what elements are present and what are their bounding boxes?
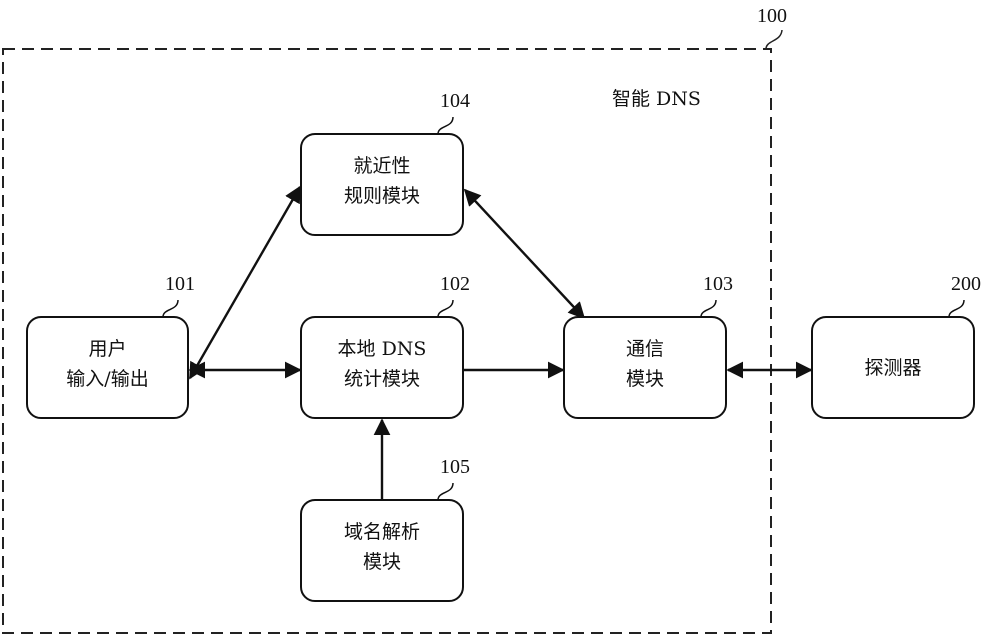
node-ref-label: 102 [440, 273, 470, 295]
node-label-line: 用户 [88, 338, 126, 360]
node-label-line: 探测器 [864, 357, 921, 379]
ref-leader-line [162, 299, 179, 318]
node-label-line: 通信 [626, 338, 664, 360]
ref-leader-line [437, 482, 454, 501]
node-200: 200 探测器 [811, 273, 981, 419]
node-102: 102 本地 DNS 统计模块 [300, 273, 470, 419]
node-label-line: 本地 DNS [338, 338, 427, 360]
node-ref-label: 101 [165, 273, 195, 295]
node-104: 104 就近性规则模块 [300, 90, 470, 236]
ref-leader-line [700, 299, 717, 318]
nodes-layer: 101 用户输入/输出 104 就近性规则模块 102 本地 DNS 统计模块 103 通信模块… [26, 90, 981, 602]
node-ref-label: 103 [703, 273, 733, 295]
edge-101-to-104 [188, 185, 302, 380]
container-ref-label: 100 [757, 5, 787, 27]
node-label-line: 输入/输出 [66, 368, 148, 390]
node-label-line: 规则模块 [344, 185, 420, 207]
node-ref-label: 200 [951, 273, 981, 295]
node-label-line: 就近性 [353, 155, 410, 177]
node-103: 103 通信模块 [563, 273, 733, 419]
dns-system-diagram: 100 智能 DNS 101 用户输入/输出 104 就近性规则模块 102 本地 DNS… [2, 5, 981, 634]
node-105: 105 域名解析模块 [300, 456, 470, 602]
node-label-line: 模块 [626, 368, 664, 390]
node-label-line: 统计模块 [344, 368, 420, 390]
node-101: 101 用户输入/输出 [26, 273, 195, 419]
ref-leader-line [437, 299, 454, 318]
node-ref-label: 105 [440, 456, 470, 478]
container-leader-line [765, 29, 783, 50]
edge-104-to-103 [463, 188, 586, 320]
ref-leader-line [437, 116, 454, 135]
node-label-line: 域名解析 [344, 521, 420, 543]
ref-leader-line [948, 299, 965, 318]
node-label-line: 模块 [363, 551, 401, 573]
node-ref-label: 104 [440, 90, 470, 112]
container-title: 智能 DNS [612, 88, 701, 110]
